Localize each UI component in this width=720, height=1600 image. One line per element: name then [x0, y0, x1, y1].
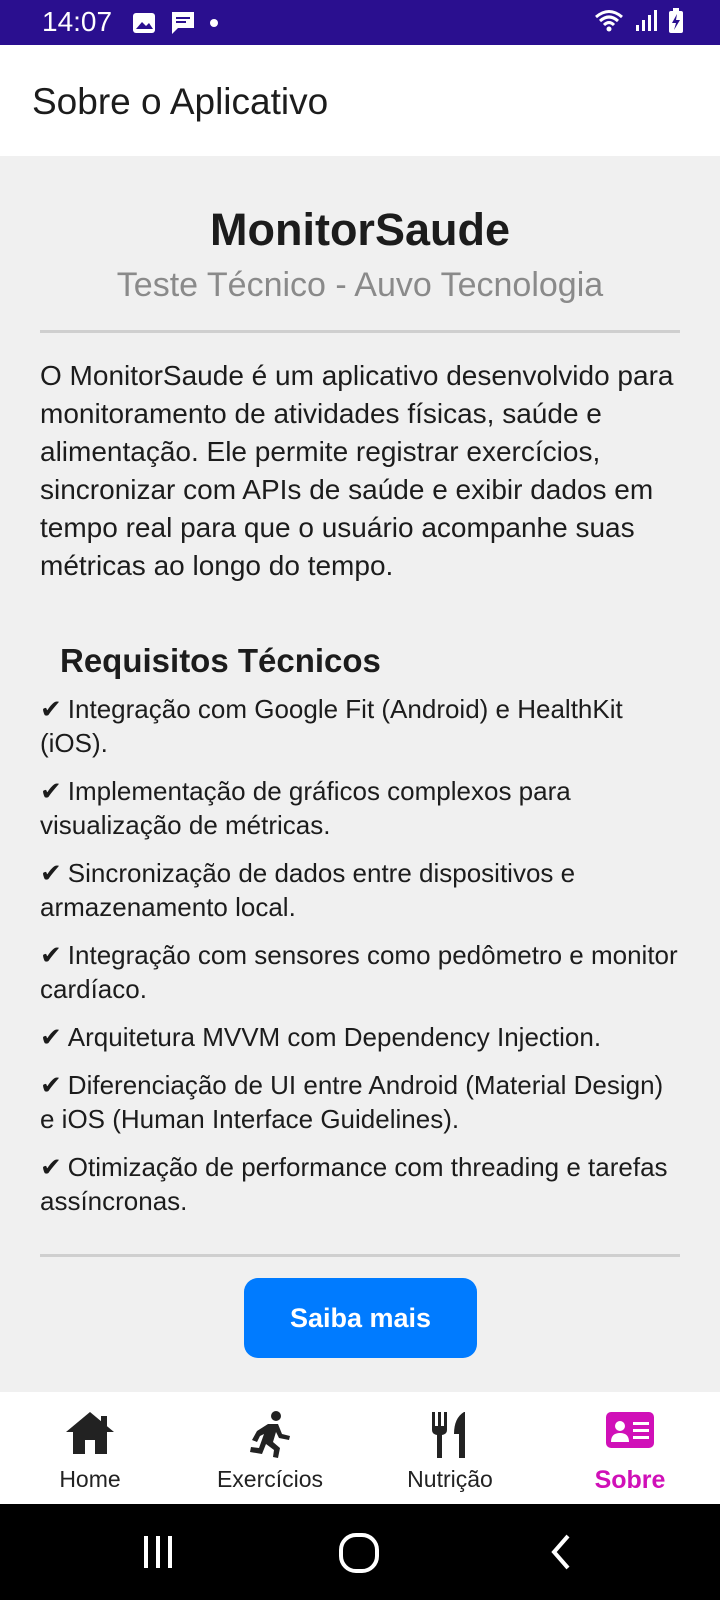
- nav-label-home: Home: [59, 1466, 121, 1492]
- requirement-item: ✔ Arquitetura MVVM com Dependency Injecti…: [40, 1020, 680, 1054]
- check-icon: ✔: [40, 776, 62, 806]
- bottom-nav: Home Exercícios Nutrição Sobre: [0, 1392, 720, 1504]
- status-time: 14:07: [42, 6, 113, 37]
- nav-item-exercises[interactable]: Exercícios: [180, 1392, 360, 1504]
- requirement-text: Integração com Google Fit (Android) e He…: [40, 694, 623, 758]
- top-divider: [40, 330, 680, 333]
- app-description: O MonitorSaude é um aplicativo desenvolv…: [40, 360, 674, 581]
- check-icon: ✔: [40, 1022, 62, 1052]
- requirement-text: Diferenciação de UI entre Android (Mater…: [40, 1070, 664, 1134]
- app-bar: Sobre o Aplicativo: [0, 45, 720, 156]
- running-icon: [250, 1411, 290, 1458]
- message-icon: [172, 12, 194, 34]
- home-icon: [66, 1412, 114, 1454]
- requirements-title: Requisitos Técnicos: [60, 642, 381, 679]
- requirement-text: Implementação de gráficos complexos para…: [40, 776, 571, 840]
- check-icon: ✔: [40, 1070, 62, 1100]
- image-icon: [133, 13, 155, 33]
- app-name: MonitorSaude: [210, 204, 510, 255]
- requirement-item: ✔ Integração com Google Fit (Android) e H…: [40, 692, 680, 760]
- system-nav-bar: [0, 1504, 720, 1600]
- page-title: Sobre o Aplicativo: [32, 81, 329, 122]
- signal-icon: [636, 10, 657, 31]
- check-icon: ✔: [40, 1152, 62, 1182]
- nav-item-home[interactable]: Home: [0, 1392, 180, 1504]
- requirement-text: Integração com sensores como pedômetro e…: [40, 940, 678, 1004]
- back-icon[interactable]: [546, 1532, 574, 1572]
- requirements-list: ✔ Integração com Google Fit (Android) e H…: [40, 692, 680, 1232]
- check-icon: ✔: [40, 858, 62, 888]
- requirement-item: ✔ Implementação de gráficos complexos par…: [40, 774, 680, 842]
- requirement-item: ✔ Otimização de performance com threading…: [40, 1150, 680, 1218]
- requirement-text: Otimização de performance com threading …: [40, 1152, 668, 1216]
- bottom-divider: [40, 1254, 680, 1257]
- nav-label-nutrition: Nutrição: [407, 1466, 493, 1492]
- nav-item-nutrition[interactable]: Nutrição: [360, 1392, 540, 1504]
- home-circle-icon[interactable]: [338, 1532, 380, 1574]
- app-subtitle: Teste Técnico - Auvo Tecnologia: [116, 266, 604, 304]
- requirement-text: Sincronização de dados entre dispositivo…: [40, 858, 576, 922]
- status-bar: 14:07: [0, 0, 720, 45]
- check-icon: ✔: [40, 940, 62, 970]
- battery-charging-icon: [669, 8, 683, 33]
- learn-more-button[interactable]: Saiba mais: [244, 1278, 477, 1358]
- requirement-item: ✔ Diferenciação de UI entre Android (Mate…: [40, 1068, 680, 1136]
- id-card-icon: [606, 1412, 654, 1448]
- requirement-item: ✔ Integração com sensores como pedômetro …: [40, 938, 680, 1006]
- requirement-item: ✔ Sincronização de dados entre dispositiv…: [40, 856, 680, 924]
- requirement-text: Arquitetura MVVM com Dependency Injectio…: [67, 1022, 602, 1052]
- utensils-icon: [432, 1412, 465, 1458]
- recents-icon[interactable]: [140, 1532, 176, 1572]
- wifi-icon: [595, 10, 623, 32]
- nav-label-exercises: Exercícios: [216, 1466, 324, 1492]
- nav-label-about: Sobre: [594, 1466, 666, 1494]
- check-icon: ✔: [40, 694, 62, 724]
- dot-icon: [210, 19, 218, 27]
- nav-item-about[interactable]: Sobre: [540, 1392, 720, 1504]
